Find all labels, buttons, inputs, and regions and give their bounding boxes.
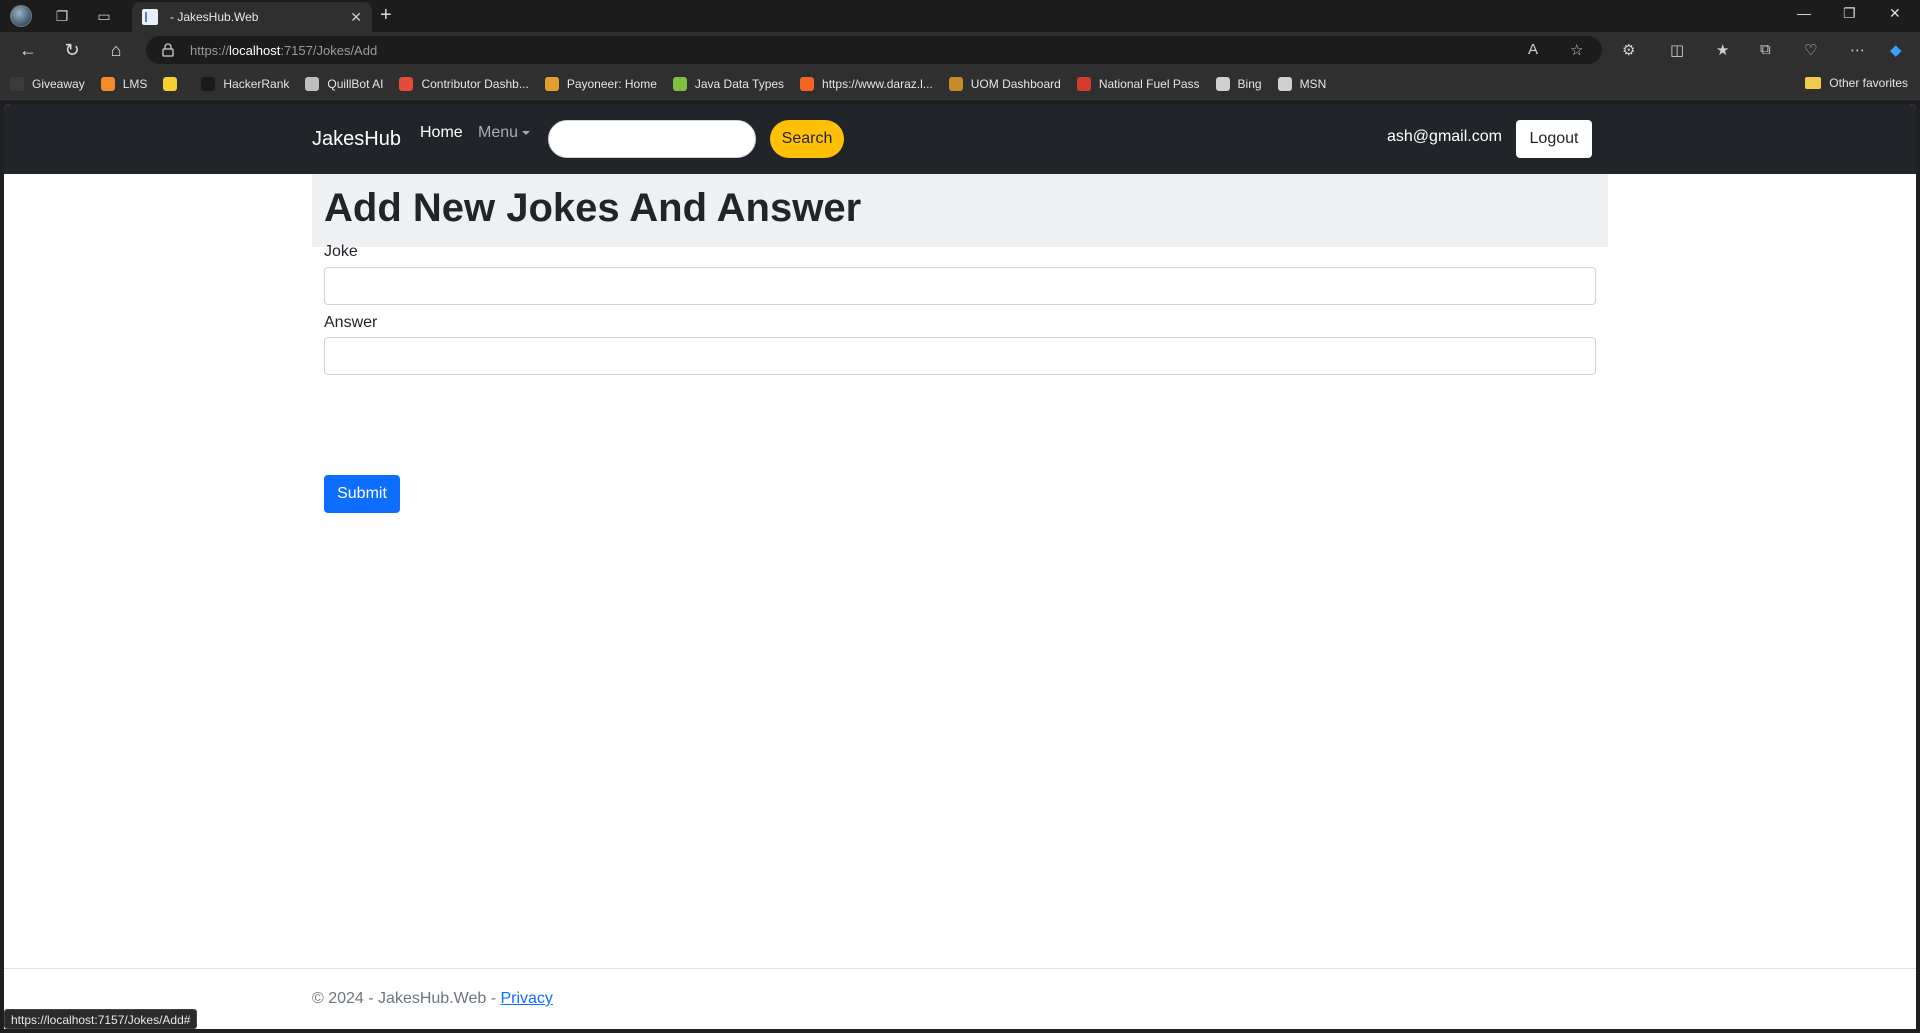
split-screen-icon[interactable]: ◫: [1670, 41, 1684, 59]
nav-menu-dropdown[interactable]: Menu: [478, 124, 531, 142]
refresh-icon[interactable]: ↻: [60, 40, 84, 61]
restore-icon[interactable]: ❐: [1843, 5, 1856, 22]
extensions-icon[interactable]: ⚙: [1622, 41, 1635, 59]
bookmark-item[interactable]: Bing: [1215, 76, 1262, 91]
bookmark-favicon-icon: [1215, 76, 1230, 91]
workspaces-icon[interactable]: ❐: [52, 6, 72, 26]
read-aloud-icon[interactable]: A: [1528, 41, 1538, 58]
browser-toolbar: ← ↻ ⌂ https://localhost:7157/Jokes/Add A…: [0, 32, 1920, 68]
minimize-icon[interactable]: —: [1797, 5, 1811, 21]
back-icon[interactable]: ←: [16, 40, 40, 61]
bookmark-item[interactable]: Giveaway: [10, 76, 85, 91]
bookmark-label: QuillBot AI: [327, 76, 384, 91]
vertical-tabs-icon[interactable]: ▭: [94, 6, 114, 26]
bookmark-item[interactable]: LMS: [100, 76, 148, 91]
bookmark-label: Giveaway: [32, 76, 85, 91]
bookmark-favicon-icon: [10, 76, 24, 91]
bookmark-item[interactable]: QuillBot AI: [305, 76, 384, 91]
bookmark-favicon-icon: [305, 76, 320, 91]
home-icon[interactable]: ⌂: [104, 40, 128, 61]
other-favorites-folder[interactable]: Other favorites: [1805, 76, 1908, 90]
bookmark-favicon-icon: [672, 76, 687, 91]
bookmark-item[interactable]: [163, 76, 185, 91]
bookmark-favicon-icon: [399, 76, 414, 91]
url-text: https://localhost:7157/Jokes/Add: [190, 42, 378, 58]
bookmark-label: Java Data Types: [694, 76, 785, 91]
bookmark-label: LMS: [122, 76, 148, 91]
user-email: ash@gmail.com: [1387, 128, 1502, 145]
page-viewport: JakesHub Home Menu Search ash@gmail.com …: [4, 104, 1916, 1029]
bookmark-label: Payoneer: Home: [566, 76, 657, 91]
bookmark-label: Contributor Dashb...: [421, 76, 529, 91]
joke-label: Joke: [324, 243, 358, 260]
close-window-icon[interactable]: ✕: [1889, 5, 1901, 22]
favorites-bar: Giveaway LMS HackerRank QuillBot AI Contribu…: [0, 68, 1920, 100]
favorite-star-icon[interactable]: ☆: [1570, 41, 1583, 59]
more-options-icon[interactable]: ⋯: [1850, 41, 1865, 59]
bookmark-favicon-icon: [1076, 76, 1091, 91]
bookmark-label: https://www.daraz.l...: [822, 76, 933, 91]
lock-icon[interactable]: [162, 43, 174, 57]
nav-home-link[interactable]: Home: [420, 124, 463, 142]
bookmark-item[interactable]: https://www.daraz.l...: [800, 76, 933, 91]
footer-copyright: © 2024 - JakesHub.Web - Privacy: [312, 990, 553, 1007]
browser-tab-active[interactable]: - JakesHub.Web ✕: [132, 2, 372, 32]
new-tab-icon[interactable]: +: [380, 4, 392, 27]
submit-button[interactable]: Submit: [324, 475, 400, 513]
joke-input[interactable]: [324, 267, 1596, 305]
bookmark-label: UOM Dashboard: [970, 76, 1061, 91]
bookmark-favicon-icon: [163, 76, 178, 91]
site-navbar: JakesHub Home Menu Search ash@gmail.com …: [4, 104, 1916, 174]
copilot-icon[interactable]: ◆: [1890, 41, 1902, 59]
answer-input[interactable]: [324, 337, 1596, 375]
close-tab-icon[interactable]: ✕: [350, 9, 362, 26]
status-bar-url: https://localhost:7157/Jokes/Add#: [4, 1009, 198, 1029]
logout-button[interactable]: Logout: [1516, 120, 1592, 158]
bookmark-favicon-icon: [544, 76, 559, 91]
profile-avatar[interactable]: [10, 5, 32, 27]
bookmark-favicon-icon: [800, 76, 815, 91]
browser-tab-strip: ❐ ▭ - JakesHub.Web ✕ + — ❐ ✕: [0, 0, 1920, 32]
nav-menu-label: Menu: [478, 124, 519, 141]
bookmark-item[interactable]: UOM Dashboard: [948, 76, 1061, 91]
page-title: Add New Jokes And Answer: [324, 186, 862, 230]
collections-icon[interactable]: ⧉: [1760, 41, 1771, 58]
site-footer: © 2024 - JakesHub.Web - Privacy: [4, 968, 1916, 1029]
page-header: Add New Jokes And Answer: [312, 174, 1608, 247]
bookmark-item[interactable]: National Fuel Pass: [1076, 76, 1200, 91]
search-button[interactable]: Search: [770, 120, 844, 158]
bookmark-item[interactable]: Contributor Dashb...: [399, 76, 529, 91]
bookmark-favicon-icon: [201, 76, 216, 91]
brand-link[interactable]: JakesHub: [312, 128, 401, 151]
bookmark-item[interactable]: Java Data Types: [672, 76, 785, 91]
bookmark-item[interactable]: Payoneer: Home: [544, 76, 657, 91]
bookmark-favicon-icon: [1277, 76, 1292, 91]
bookmark-label: National Fuel Pass: [1098, 76, 1200, 91]
bookmark-favicon-icon: [100, 76, 115, 91]
bookmark-item[interactable]: MSN: [1277, 76, 1327, 91]
answer-label: Answer: [324, 314, 378, 331]
browser-essentials-icon[interactable]: ♡: [1804, 41, 1817, 59]
address-bar[interactable]: https://localhost:7157/Jokes/Add: [146, 36, 1602, 64]
bookmark-label: Bing: [1237, 76, 1262, 91]
privacy-link[interactable]: Privacy: [500, 990, 552, 1007]
bookmark-favicon-icon: [948, 76, 963, 91]
other-favorites-label: Other favorites: [1829, 76, 1908, 90]
bookmark-label: MSN: [1299, 76, 1327, 91]
caret-down-icon: [522, 130, 531, 135]
search-input[interactable]: [548, 120, 756, 158]
bookmark-label: HackerRank: [223, 76, 290, 91]
bookmark-item[interactable]: HackerRank: [201, 76, 290, 91]
favorites-icon[interactable]: ★: [1716, 41, 1729, 59]
folder-icon: [1805, 77, 1822, 89]
tab-title: - JakesHub.Web: [170, 10, 259, 24]
page-favicon-icon: [142, 9, 158, 25]
